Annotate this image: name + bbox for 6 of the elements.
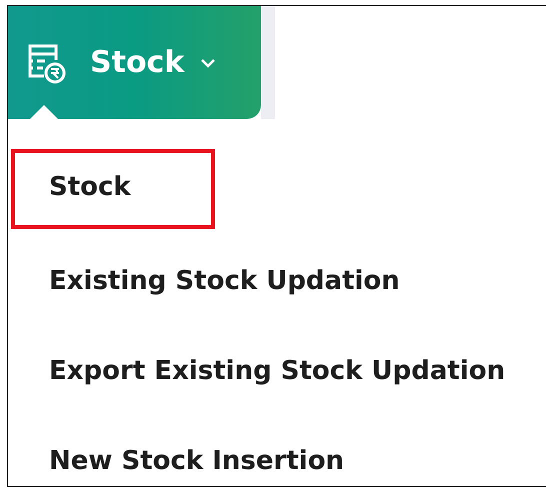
ledger-coin-icon — [26, 42, 66, 84]
menu-item[interactable]: New Stock Insertion — [8, 419, 374, 492]
menu-item[interactable]: Stock — [11, 149, 215, 229]
menu-item[interactable]: Existing Stock Updation — [8, 239, 430, 329]
menu-item[interactable]: Export Existing Stock Updation — [8, 329, 536, 419]
dropdown-pointer — [29, 105, 59, 120]
